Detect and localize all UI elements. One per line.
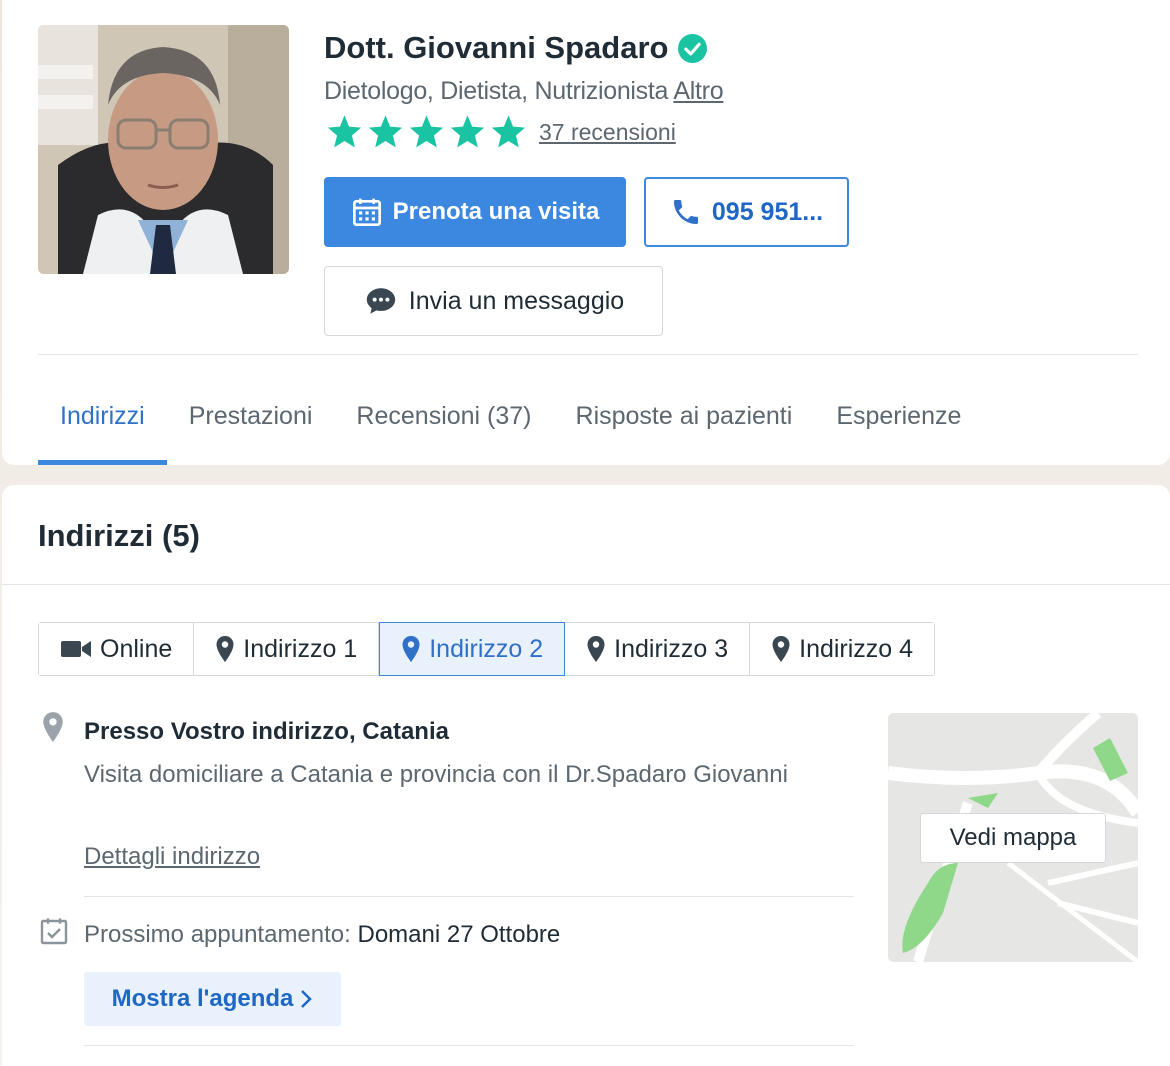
send-message-label: Invia un messaggio xyxy=(408,286,625,315)
pin-icon xyxy=(216,636,234,662)
tab-risposte[interactable]: Risposte ai pazienti xyxy=(554,382,815,465)
phone-icon xyxy=(673,200,698,224)
star-icon xyxy=(491,115,526,148)
verified-badge-icon xyxy=(678,33,708,63)
video-icon xyxy=(61,641,91,657)
tab-recensioni[interactable]: Recensioni (37) xyxy=(334,382,553,465)
divider xyxy=(84,1045,854,1046)
divider xyxy=(2,584,1170,585)
profile-tabs: Indirizzi Prestazioni Recensioni (37) Ri… xyxy=(38,382,983,465)
next-appointment-label: Prossimo appuntamento: xyxy=(84,921,351,948)
star-icon xyxy=(327,115,362,148)
address-tabs: Online Indirizzo 1 Indirizzo 2 Indirizzo… xyxy=(38,622,936,676)
address-name: Presso Vostro indirizzo, Catania xyxy=(84,718,449,745)
calendar-check-icon xyxy=(40,918,68,945)
book-visit-label: Prenota una visita xyxy=(392,198,600,225)
address-tab-4[interactable]: Indirizzo 4 xyxy=(750,623,935,675)
more-specialties-link[interactable]: Altro xyxy=(673,77,723,105)
doctor-photo xyxy=(38,25,289,274)
chevron-right-icon xyxy=(301,990,313,1008)
specialties-text: Dietologo, Dietista, Nutrizionista xyxy=(324,77,669,105)
pin-icon xyxy=(402,636,420,662)
address-tab-label: Online xyxy=(100,634,173,663)
reviews-link[interactable]: 37 recensioni xyxy=(539,119,676,146)
doctor-name: Dott. Giovanni Spadaro xyxy=(324,30,669,65)
pin-icon xyxy=(587,636,605,662)
send-message-button[interactable]: Invia un messaggio xyxy=(324,266,663,336)
address-tab-label: Indirizzo 3 xyxy=(614,634,729,663)
address-description: Visita domiciliare a Catania e provincia… xyxy=(84,761,788,788)
next-appointment: Prossimo appuntamento: Domani 27 Ottobre xyxy=(84,921,560,949)
address-details-link[interactable]: Dettagli indirizzo xyxy=(84,843,260,871)
show-agenda-label: Mostra l'agenda xyxy=(111,985,294,1012)
star-icon xyxy=(368,115,403,148)
specialties: Dietologo, Dietista, Nutrizionista Altro xyxy=(324,77,724,106)
divider xyxy=(38,354,1138,355)
view-map-button[interactable]: Vedi mappa xyxy=(920,813,1106,863)
phone-label: 095 951... xyxy=(711,197,824,226)
address-tab-label: Indirizzo 2 xyxy=(429,634,544,663)
addresses-card: Indirizzi (5) Online Indirizzo 1 Indiriz… xyxy=(2,485,1170,1066)
profile-card: Dott. Giovanni Spadaro Dietologo, Dietis… xyxy=(2,0,1170,465)
phone-button[interactable]: 095 951... xyxy=(644,177,849,247)
divider xyxy=(84,896,854,897)
tab-indirizzi[interactable]: Indirizzi xyxy=(38,382,167,465)
rating-row: 37 recensioni xyxy=(324,113,676,151)
next-appointment-value: Domani 27 Ottobre xyxy=(357,921,561,948)
address-tab-online[interactable]: Online xyxy=(39,623,195,675)
book-visit-button[interactable]: Prenota una visita xyxy=(324,177,626,247)
location-pin-icon xyxy=(43,712,63,742)
tab-esperienze[interactable]: Esperienze xyxy=(814,382,983,465)
address-tab-1[interactable]: Indirizzo 1 xyxy=(194,623,380,675)
show-agenda-button[interactable]: Mostra l'agenda xyxy=(84,972,341,1026)
doctor-photo-illustration xyxy=(38,25,289,274)
addresses-title: Indirizzi (5) xyxy=(38,518,200,553)
address-tab-label: Indirizzo 4 xyxy=(799,634,914,663)
map-thumbnail[interactable]: Vedi mappa xyxy=(888,713,1138,962)
doctor-name-row: Dott. Giovanni Spadaro xyxy=(324,30,708,66)
pin-icon xyxy=(772,636,790,662)
address-tab-label: Indirizzo 1 xyxy=(243,634,358,663)
address-tab-3[interactable]: Indirizzo 3 xyxy=(565,623,751,675)
star-icon xyxy=(409,115,444,148)
star-icon xyxy=(450,115,485,148)
address-tab-2[interactable]: Indirizzo 2 xyxy=(379,622,566,676)
chat-bubble-icon xyxy=(366,288,395,314)
calendar-icon xyxy=(352,198,381,226)
tab-prestazioni[interactable]: Prestazioni xyxy=(167,382,335,465)
